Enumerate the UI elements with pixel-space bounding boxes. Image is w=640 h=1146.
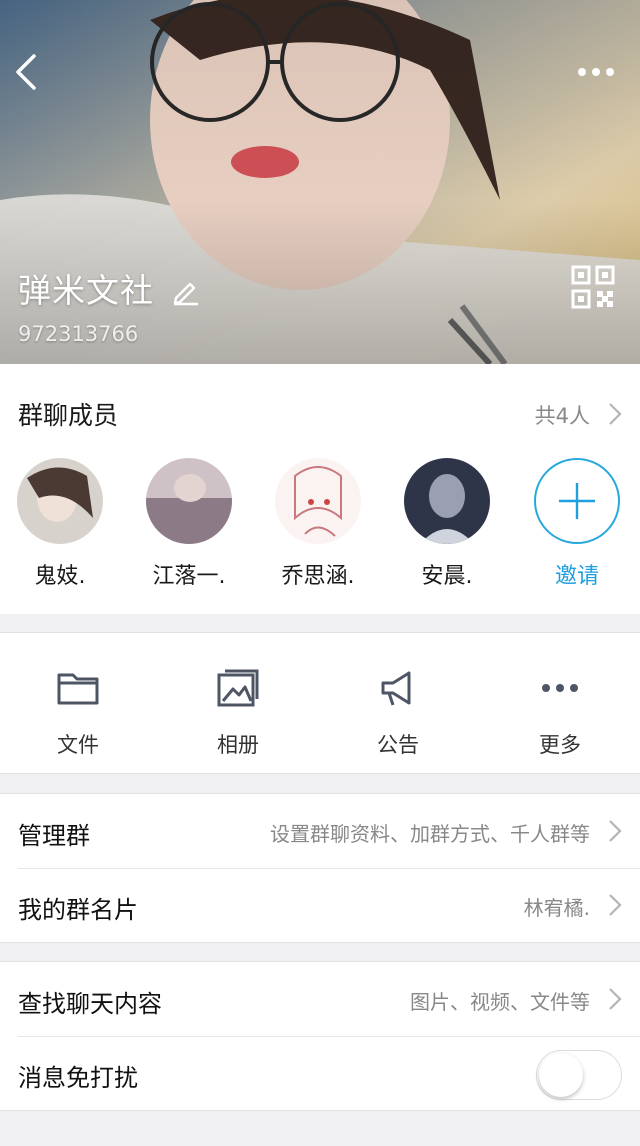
toggle-knob [539, 1053, 583, 1097]
avatar[interactable] [17, 458, 103, 544]
invite-button[interactable]: 邀请 [522, 458, 632, 590]
action-label: 文件 [57, 733, 99, 757]
group-members-section: 群聊成员 共4人 鬼妓. 江落一. 乔思涵. 安晨. 邀请 [0, 364, 640, 614]
row-title: 管理群 [18, 822, 90, 850]
member-item[interactable]: 安晨. [392, 458, 502, 590]
member-name: 江落一. [152, 564, 226, 589]
avatar[interactable] [146, 458, 232, 544]
members-title[interactable]: 群聊成员 [18, 396, 118, 432]
qr-code-icon[interactable] [570, 264, 616, 310]
chevron-right-icon [609, 988, 622, 1010]
row-value: 林宥橘. [523, 896, 590, 920]
folder-icon [57, 673, 99, 705]
action-label: 更多 [539, 733, 581, 757]
chevron-right-icon[interactable] [608, 402, 622, 426]
avatar[interactable] [275, 458, 361, 544]
my-group-card-row[interactable]: 我的群名片 林宥橘. [0, 868, 640, 942]
more-options-icon[interactable] [574, 60, 618, 84]
mute-notifications-row: 消息免打扰 [0, 1036, 640, 1110]
row-title: 查找聊天内容 [18, 990, 162, 1018]
row-value: 图片、视频、文件等 [410, 990, 590, 1014]
member-name: 鬼妓. [34, 564, 86, 589]
group-name[interactable]: 弹米文社 [18, 264, 154, 312]
more-button[interactable]: 更多 [500, 665, 620, 759]
members-count[interactable]: 共4人 [535, 400, 590, 430]
more-icon [542, 684, 578, 692]
action-label: 相册 [217, 733, 259, 757]
member-name: 乔思涵. [281, 564, 355, 589]
row-value: 设置群聊资料、加群方式、千人群等 [270, 822, 590, 846]
quick-actions: 文件 相册 公告 更多 [0, 632, 640, 774]
member-item[interactable]: 江落一. [134, 458, 244, 590]
manage-settings-list: 管理群 设置群聊资料、加群方式、千人群等 我的群名片 林宥橘. [0, 793, 640, 943]
manage-group-row[interactable]: 管理群 设置群聊资料、加群方式、千人群等 [0, 794, 640, 868]
member-name: 安晨. [421, 564, 473, 589]
action-label: 公告 [377, 733, 419, 757]
invite-add-icon[interactable] [534, 458, 620, 544]
group-id: 972313766 [18, 322, 139, 346]
album-icon [217, 669, 259, 707]
avatar[interactable] [404, 458, 490, 544]
search-chat-row[interactable]: 查找聊天内容 图片、视频、文件等 [0, 962, 640, 1036]
row-title: 消息免打扰 [18, 1064, 138, 1092]
announcement-button[interactable]: 公告 [338, 665, 458, 759]
row-title: 我的群名片 [18, 896, 138, 924]
back-icon[interactable] [10, 50, 44, 94]
chat-settings-list: 查找聊天内容 图片、视频、文件等 消息免打扰 [0, 961, 640, 1111]
edit-icon[interactable] [170, 276, 200, 306]
member-item[interactable]: 鬼妓. [5, 458, 115, 590]
group-header: 弹米文社 972313766 [0, 0, 640, 364]
megaphone-icon [381, 671, 411, 706]
album-button[interactable]: 相册 [178, 665, 298, 759]
chevron-right-icon [609, 894, 622, 916]
invite-label: 邀请 [554, 564, 599, 589]
mute-toggle[interactable] [536, 1050, 622, 1100]
chevron-right-icon [609, 820, 622, 842]
files-button[interactable]: 文件 [18, 665, 138, 759]
member-item[interactable]: 乔思涵. [263, 458, 373, 590]
